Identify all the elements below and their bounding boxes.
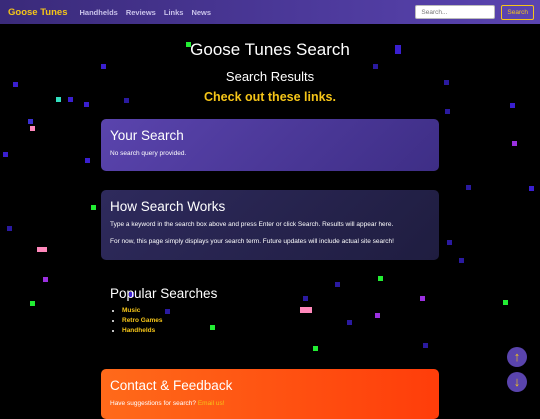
scroll-up-button[interactable]: ↑ — [507, 347, 527, 367]
popular-searches-list: Music Retro Games Handhelds — [110, 306, 217, 336]
popular-link-music[interactable]: Music — [122, 307, 140, 314]
list-item: Retro Games — [122, 316, 217, 326]
nav-link-handhelds[interactable]: Handhelds — [79, 8, 117, 17]
your-search-card: Your Search No search query provided. — [101, 119, 439, 171]
popular-searches: Popular Searches Music Retro Games Handh… — [110, 286, 217, 336]
list-item: Handhelds — [122, 326, 217, 336]
popular-searches-title: Popular Searches — [110, 286, 218, 301]
list-item: Music — [122, 306, 217, 316]
popular-link-handhelds[interactable]: Handhelds — [122, 327, 155, 334]
contact-text: Have suggestions for search? Email us! — [110, 400, 430, 408]
how-search-works-text-2: For now, this page simply displays your … — [110, 238, 394, 245]
your-search-title: Your Search — [110, 128, 184, 143]
contact-prompt: Have suggestions for search? — [110, 400, 196, 407]
email-link[interactable]: Email us! — [198, 400, 225, 407]
arrow-up-icon: ↑ — [513, 349, 521, 364]
your-search-text: No search query provided. — [110, 150, 187, 157]
page-tagline: Check out these links. — [204, 90, 336, 104]
page-subtitle: Search Results — [225, 69, 315, 84]
how-search-works-text-1: Type a keyword in the search box above a… — [110, 221, 394, 228]
nav-link-reviews[interactable]: Reviews — [126, 8, 156, 17]
scroll-down-button[interactable]: ↓ — [507, 372, 527, 392]
contact-title: Contact & Feedback — [110, 378, 233, 393]
nav-link-links[interactable]: Links — [164, 8, 184, 17]
nav-link-news[interactable]: News — [191, 8, 211, 17]
navbar: Goose Tunes Handhelds Reviews Links News… — [0, 0, 540, 24]
popular-link-retro-games[interactable]: Retro Games — [122, 317, 162, 324]
search-button[interactable]: Search — [501, 4, 534, 20]
brand-logo[interactable]: Goose Tunes — [8, 7, 67, 18]
contact-card: Contact & Feedback Have suggestions for … — [101, 369, 439, 419]
how-search-works-card: How Search Works Type a keyword in the s… — [101, 190, 439, 260]
page-title: Goose Tunes Search — [190, 40, 350, 59]
how-search-works-title: How Search Works — [110, 199, 226, 214]
search-input[interactable] — [415, 5, 496, 19]
arrow-down-icon: ↓ — [513, 374, 521, 389]
